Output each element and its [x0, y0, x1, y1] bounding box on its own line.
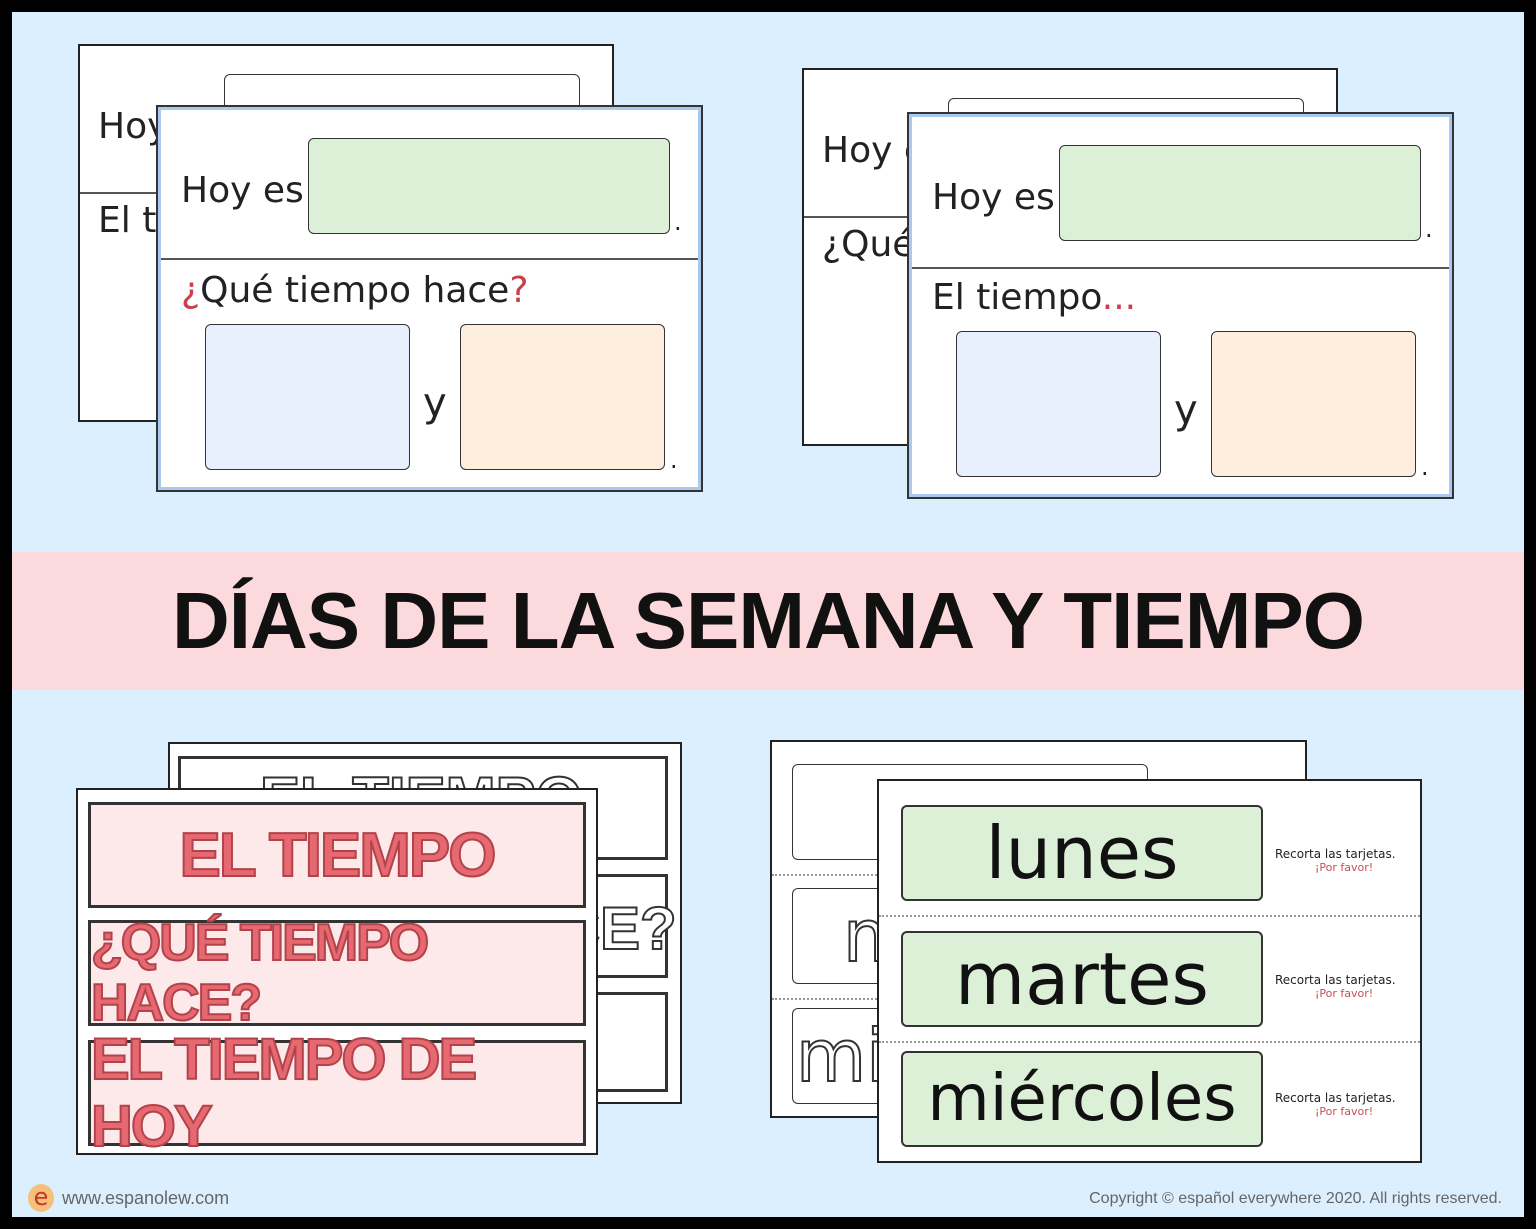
- period: .: [1421, 453, 1429, 481]
- logo-icon: e: [28, 1184, 54, 1212]
- day-box: [1059, 145, 1421, 241]
- cut-note: Recorta las tarjetas. ¡Por favor!: [1275, 973, 1396, 1000]
- temperature-box: [460, 324, 665, 470]
- day-card-miercoles: miércoles: [901, 1051, 1263, 1147]
- days-front: lunes Recorta las tarjetas. ¡Por favor! m…: [877, 779, 1422, 1163]
- el-tiempo-label: El tiempo...: [932, 277, 1137, 318]
- card-front-que-tiempo: Hoy es . ¿Qué tiempo hace? y .: [156, 105, 703, 492]
- headers-front: EL TIEMPO ¿QUÉ TIEMPO HACE? EL TIEMPO DE…: [76, 788, 598, 1155]
- header-el-tiempo-de-hoy: EL TIEMPO DE HOY: [88, 1026, 586, 1153]
- y-label: y: [423, 380, 447, 426]
- copyright-text: Copyright © español everywhere 2020. All…: [1089, 1190, 1502, 1207]
- card-front-el-tiempo: Hoy es . El tiempo... y .: [907, 112, 1454, 499]
- cut-note: Recorta las tarjetas. ¡Por favor!: [1275, 847, 1396, 874]
- cut-note: Recorta las tarjetas. ¡Por favor!: [1275, 1091, 1396, 1118]
- header-el-tiempo: EL TIEMPO: [88, 802, 586, 908]
- question-label: ¿Qué tiempo hace?: [181, 270, 529, 311]
- page-title: DÍAS DE LA SEMANA Y TIEMPO: [172, 576, 1365, 665]
- period: .: [1425, 215, 1433, 243]
- hoy-es-label: Hoy es: [932, 177, 1055, 218]
- hoy-es-label: Hoy es: [181, 170, 304, 211]
- back-text: ¿Qué: [822, 224, 915, 265]
- period: .: [670, 446, 678, 474]
- day-box: [308, 138, 670, 234]
- day-card-martes: martes: [901, 931, 1263, 1027]
- day-card-lunes: lunes: [901, 805, 1263, 901]
- weather-box: [205, 324, 410, 470]
- header-que-tiempo-hace: ¿QUÉ TIEMPO HACE?: [88, 913, 586, 1033]
- website-link[interactable]: www.espanolew.com: [62, 1188, 229, 1209]
- period: .: [674, 208, 682, 236]
- weather-box: [956, 331, 1161, 477]
- title-band: DÍAS DE LA SEMANA Y TIEMPO: [12, 552, 1524, 690]
- y-label: y: [1174, 387, 1198, 433]
- temperature-box: [1211, 331, 1416, 477]
